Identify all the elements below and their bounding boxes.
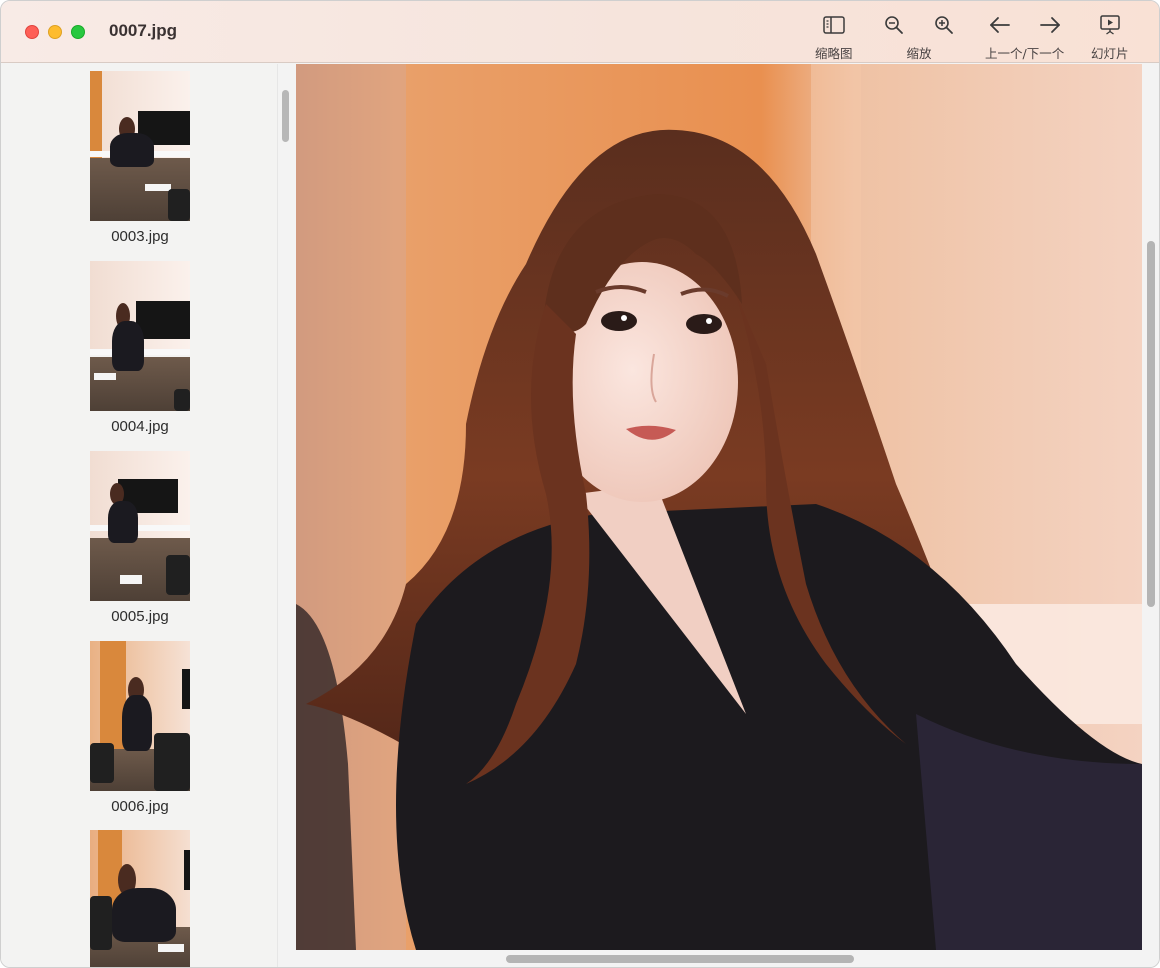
window-title: 0007.jpg — [109, 21, 178, 40]
thumbnail-label: 0006.jpg — [111, 798, 169, 815]
image-viewer — [294, 64, 1159, 967]
sidebar-scrollbar[interactable] — [277, 64, 293, 967]
thumbnail-label: 0004.jpg — [111, 418, 169, 435]
photo-illustration — [296, 64, 1142, 950]
thumbnail-image — [90, 830, 190, 967]
image-horizontal-scroll-thumb[interactable] — [506, 955, 854, 963]
arrow-left-icon[interactable] — [989, 16, 1011, 34]
arrow-right-icon[interactable] — [1039, 16, 1061, 34]
preview-window: 0007.jpg 缩略图 缩放 上一个/下一个 幻灯片 0003.jpg 000… — [0, 0, 1160, 968]
thumbnail-label: 0005.jpg — [111, 608, 169, 625]
thumbnail-image — [90, 261, 190, 411]
navigate-group: 上一个/下一个 — [985, 13, 1064, 62]
navigate-label: 上一个/下一个 — [985, 46, 1065, 61]
close-button[interactable] — [25, 25, 39, 39]
zoom-group: 缩放 — [884, 13, 954, 62]
thumbnail-item[interactable] — [90, 830, 190, 967]
zoom-in-icon[interactable] — [934, 15, 954, 35]
zoom-window-button[interactable] — [71, 25, 85, 39]
minimize-button[interactable] — [48, 25, 62, 39]
sidebar-scroll-thumb[interactable] — [282, 90, 289, 142]
slideshow-button[interactable]: 幻灯片 — [1091, 13, 1129, 62]
thumbnail-label: 0003.jpg — [111, 228, 169, 245]
thumbnails-button[interactable]: 缩略图 — [815, 13, 853, 62]
thumbnail-item[interactable]: 0003.jpg — [90, 71, 190, 245]
image-vertical-scroll-thumb[interactable] — [1147, 241, 1155, 607]
slideshow-icon — [1100, 15, 1120, 35]
thumbnails-label: 缩略图 — [815, 46, 853, 61]
zoom-label: 缩放 — [906, 46, 932, 61]
thumbnail-image — [90, 641, 190, 791]
thumbnail-item[interactable]: 0004.jpg — [90, 261, 190, 435]
thumbnail-image — [90, 71, 190, 221]
thumbnail-item[interactable]: 0005.jpg — [90, 451, 190, 625]
zoom-out-icon[interactable] — [884, 15, 904, 35]
slideshow-label: 幻灯片 — [1091, 46, 1129, 61]
title-bar: 0007.jpg 缩略图 缩放 上一个/下一个 幻灯片 — [1, 1, 1159, 63]
thumbnail-sidebar: 0003.jpg 0004.jpg 0005.jpg 0006.jpg — [1, 64, 293, 967]
main-photo — [296, 64, 1142, 950]
thumbnail-image — [90, 451, 190, 601]
thumbnail-item[interactable]: 0006.jpg — [90, 641, 190, 815]
sidebar-icon — [823, 16, 845, 34]
